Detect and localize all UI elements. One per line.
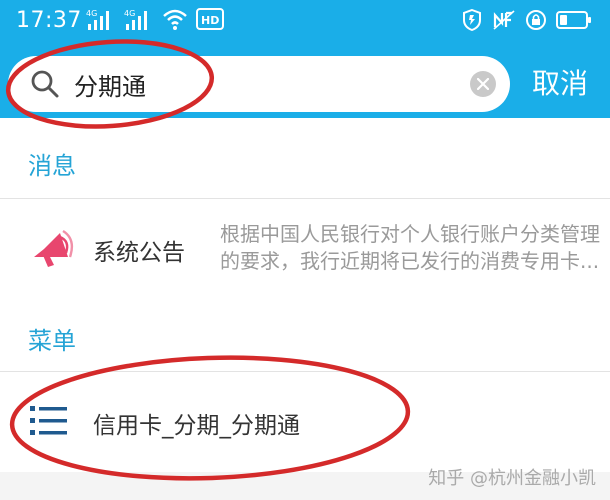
hd-label: HD: [201, 14, 219, 27]
status-bar: 17:37 4G 4G HD: [0, 0, 610, 44]
search-icon: [30, 69, 60, 99]
watermark: 知乎 @杭州金融小凯: [428, 468, 596, 489]
nfc-icon: [492, 9, 516, 35]
status-left-icons: 4G 4G HD: [86, 8, 232, 34]
message-preview-line-2: 的要求，我行近期将已发行的消费专用卡...: [220, 249, 600, 273]
network-type-label-2: 4G: [124, 9, 135, 18]
hd-icon: HD: [196, 8, 224, 34]
menu-item-label: 信用卡_分期_分期通: [93, 413, 300, 439]
status-time: 17:37: [16, 8, 82, 33]
megaphone-icon: [30, 227, 74, 271]
network-type-label: 4G: [86, 9, 97, 18]
messages-section-title: 消息: [28, 152, 76, 180]
signal-icon: 4G: [86, 8, 116, 34]
battery-icon: [556, 10, 592, 34]
message-preview: 根据中国人民银行对个人银行账户分类管理 的要求，我行近期将已发行的消费专用卡..…: [220, 221, 610, 275]
search-input[interactable]: [74, 66, 454, 102]
message-title: 系统公告: [93, 240, 185, 266]
message-preview-line-1: 根据中国人民银行对个人银行账户分类管理: [220, 222, 600, 246]
list-icon: [30, 404, 70, 438]
menu-section-header: 菜单: [0, 295, 610, 371]
list-item-system-notice[interactable]: 系统公告 根据中国人民银行对个人银行账户分类管理 的要求，我行近期将已发行的消费…: [0, 199, 610, 295]
menu-section-title: 菜单: [28, 327, 76, 355]
search-box[interactable]: [8, 56, 510, 112]
list-item-menu-installment[interactable]: 信用卡_分期_分期通: [0, 372, 610, 472]
lock-icon: [526, 9, 546, 35]
status-right-icons: [452, 8, 592, 35]
clear-search-button[interactable]: [470, 71, 496, 97]
cancel-button[interactable]: 取消: [524, 62, 596, 106]
shield-icon: [462, 8, 482, 35]
messages-section-header: 消息: [0, 118, 610, 198]
top-bar: 17:37 4G 4G HD 分期通 取消: [0, 0, 610, 118]
close-icon: [477, 78, 489, 90]
wifi-icon: [162, 8, 188, 34]
signal-icon-2: 4G: [124, 8, 154, 34]
